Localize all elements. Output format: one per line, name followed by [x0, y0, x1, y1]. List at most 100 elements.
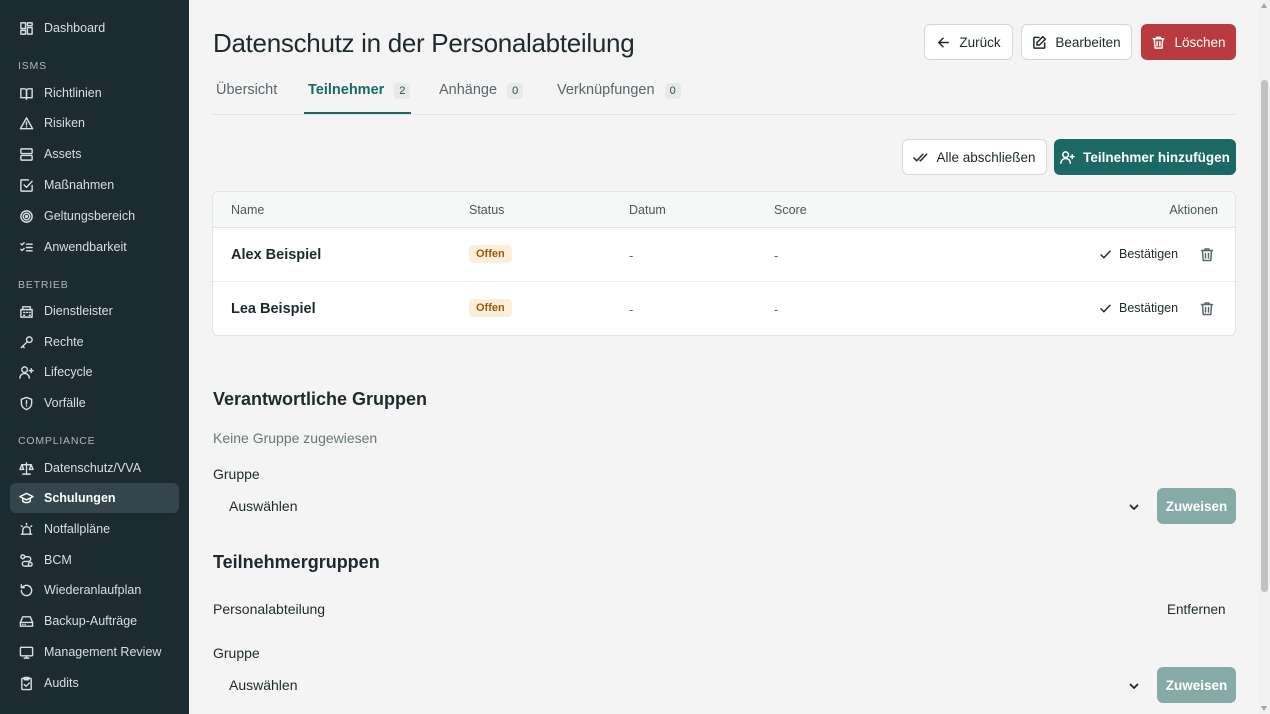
select-value: Auswählen	[229, 677, 298, 693]
sidebar-item-vorfaelle[interactable]: Vorfälle	[10, 388, 179, 418]
tab-uebersicht[interactable]: Übersicht	[216, 82, 277, 114]
confirm-button[interactable]: Bestätigen	[1099, 247, 1178, 261]
active-tab-indicator	[304, 112, 411, 114]
assign-label: Zuweisen	[1165, 498, 1228, 514]
participant-group-select[interactable]: Auswählen	[213, 667, 1148, 703]
participant-score: -	[774, 248, 779, 263]
double-check-icon	[913, 152, 928, 162]
graduation-cap-icon	[18, 490, 34, 506]
assign-participant-group-button[interactable]: Zuweisen	[1157, 667, 1236, 703]
sidebar-item-massnahmen[interactable]: Maßnahmen	[10, 170, 179, 200]
confirm-label: Bestätigen	[1119, 247, 1179, 261]
column-header-actions: Aktionen	[1169, 203, 1218, 217]
complete-all-button[interactable]: Alle abschließen	[902, 139, 1047, 175]
clipboard-icon	[18, 675, 34, 691]
tab-verknuepfungen[interactable]: Verknüpfungen 0	[557, 82, 681, 114]
edit-button[interactable]: Bearbeiten	[1021, 24, 1132, 60]
sidebar-item-risiken[interactable]: Risiken	[10, 108, 179, 138]
sidebar-item-label: Management Review	[44, 645, 162, 659]
assign-responsible-button[interactable]: Zuweisen	[1157, 488, 1236, 524]
trash-icon	[1153, 36, 1165, 49]
user-plus-icon	[18, 364, 34, 380]
sidebar-item-bcm[interactable]: BCM	[10, 545, 179, 575]
sidebar-item-wiederanlaufplan[interactable]: Wiederanlaufplan	[10, 575, 179, 605]
participants-table: Name Status Datum Score Aktionen Alex Be…	[212, 191, 1236, 336]
sidebar-item-lifecycle[interactable]: Lifecycle	[10, 357, 179, 387]
checkbox-icon	[18, 177, 34, 193]
tab-label: Teilnehmer	[308, 82, 385, 98]
sidebar-item-label: BCM	[44, 553, 72, 567]
check-icon	[1100, 250, 1111, 258]
delete-row-icon[interactable]	[1200, 301, 1214, 316]
sidebar-item-label: Maßnahmen	[44, 178, 115, 192]
monitor-icon	[18, 644, 34, 660]
tab-anhaenge[interactable]: Anhänge 0	[439, 82, 524, 114]
sidebar-item-label: Vorfälle	[44, 396, 86, 410]
sidebar-item-dienstleister[interactable]: Dienstleister	[10, 296, 179, 326]
sidebar-section-betrieb: BETRIEB	[18, 279, 69, 291]
scroll-up-arrow-icon[interactable]	[1261, 3, 1267, 8]
sidebar-item-label: Richtlinien	[44, 86, 102, 100]
tab-label: Verknüpfungen	[557, 82, 655, 98]
column-header-name: Name	[231, 203, 265, 217]
sidebar-item-assets[interactable]: Assets	[10, 139, 179, 169]
warning-triangle-icon	[18, 115, 34, 131]
tab-count-badge: 2	[394, 83, 411, 99]
sidebar-item-notfallplaene[interactable]: Notfallpläne	[10, 514, 179, 544]
group-label: Gruppe	[213, 645, 260, 661]
key-icon	[18, 334, 34, 350]
tab-label: Anhänge	[439, 82, 498, 98]
sidebar-item-label: Assets	[44, 147, 82, 161]
scrollbar-thumb[interactable]	[1261, 80, 1268, 592]
column-header-score: Score	[774, 203, 807, 217]
select-value: Auswählen	[229, 498, 298, 514]
add-participant-label: Teilnehmer hinzufügen	[1083, 149, 1230, 165]
sidebar-item-anwendbarkeit[interactable]: Anwendbarkeit	[10, 232, 179, 262]
sidebar-item-schulungen[interactable]: Schulungen	[10, 483, 179, 513]
building-icon	[18, 303, 34, 319]
back-button-label: Zurück	[959, 34, 1001, 50]
user-plus-icon	[1060, 150, 1075, 164]
shield-alert-icon	[18, 395, 34, 411]
table-header: Name Status Datum Score Aktionen	[213, 192, 1235, 228]
sidebar-item-richtlinien[interactable]: Richtlinien	[10, 78, 179, 108]
tab-teilnehmer[interactable]: Teilnehmer 2	[308, 82, 411, 114]
tab-label: Übersicht	[216, 82, 278, 98]
hard-drive-icon	[18, 613, 34, 629]
sidebar-item-datenschutz[interactable]: Datenschutz/VVA	[10, 453, 179, 483]
participant-score: -	[774, 302, 779, 317]
participant-groups-heading: Teilnehmergruppen	[213, 552, 380, 572]
sidebar-item-management-review[interactable]: Management Review	[10, 637, 179, 667]
participant-date: -	[629, 302, 634, 317]
add-participant-button[interactable]: Teilnehmer hinzufügen	[1054, 139, 1236, 175]
check-icon	[1100, 304, 1111, 312]
sidebar-item-label: Risiken	[44, 116, 85, 130]
sidebar-item-label: Dashboard	[44, 21, 106, 35]
sidebar-section-compliance: COMPLIANCE	[18, 435, 96, 447]
confirm-button[interactable]: Bestätigen	[1099, 301, 1178, 315]
confirm-label: Bestätigen	[1119, 301, 1179, 315]
delete-button-label: Löschen	[1174, 34, 1226, 50]
route-icon	[18, 552, 34, 568]
scroll-down-arrow-icon[interactable]	[1261, 706, 1267, 711]
sidebar-item-audits[interactable]: Audits	[10, 668, 179, 698]
back-button[interactable]: Zurück	[924, 24, 1013, 60]
sidebar-item-rechte[interactable]: Rechte	[10, 327, 179, 357]
rotate-icon	[18, 582, 34, 598]
sidebar-item-label: Anwendbarkeit	[44, 240, 127, 254]
table-row: Lea Beispiel Offen - - Bestätigen	[213, 282, 1235, 335]
responsible-group-select[interactable]: Auswählen	[213, 488, 1148, 524]
status-badge: Offen	[469, 245, 512, 263]
sidebar-item-backup-auftraege[interactable]: Backup-Aufträge	[10, 606, 179, 636]
delete-button[interactable]: Löschen	[1141, 24, 1236, 60]
remove-group-button[interactable]: Entfernen	[1167, 602, 1226, 617]
no-group-text: Keine Gruppe zugewiesen	[213, 430, 378, 446]
sidebar-section-isms: ISMS	[18, 60, 47, 72]
sidebar-item-label: Rechte	[44, 335, 84, 349]
sidebar-item-dashboard[interactable]: Dashboard	[10, 13, 179, 43]
sidebar-item-geltungsbereich[interactable]: Geltungsbereich	[10, 201, 179, 231]
sidebar-item-label: Dienstleister	[44, 304, 113, 318]
delete-row-icon[interactable]	[1200, 247, 1214, 262]
page-scrollbar[interactable]	[1259, 0, 1270, 714]
tab-count-badge: 0	[664, 83, 681, 99]
